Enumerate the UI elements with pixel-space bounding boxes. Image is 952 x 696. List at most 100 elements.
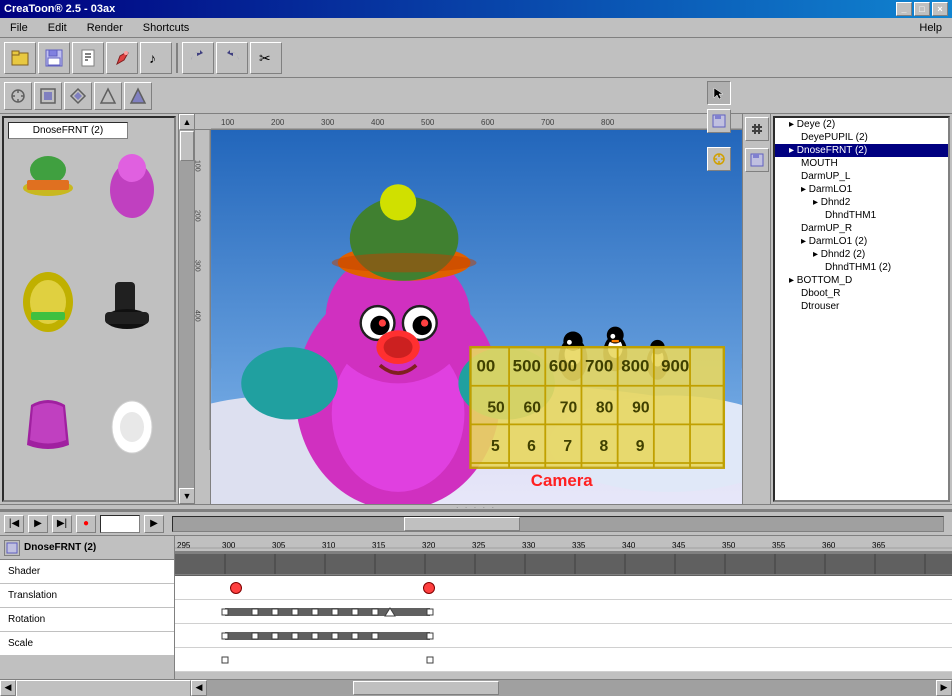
tree-item-dtrouser[interactable]: Dtrouser bbox=[775, 300, 948, 313]
tree-item-dhndthm1[interactable]: DhndTHM1 bbox=[775, 209, 948, 222]
music-button[interactable]: ♪ bbox=[140, 42, 172, 74]
tree-item-deyepupil[interactable]: DeyePUPIL (2) bbox=[775, 131, 948, 144]
translation-track-label: Translation bbox=[0, 584, 174, 608]
bottom-scroll: ◀ ◀ ▶ bbox=[0, 679, 952, 695]
right-tool-column bbox=[743, 114, 771, 504]
tool-1[interactable] bbox=[4, 82, 32, 110]
left-panel-scrollbar[interactable]: ▲ ▼ bbox=[178, 114, 194, 504]
tree-item-darmlo1-2[interactable]: ▸ DarmLO1 (2) bbox=[775, 235, 948, 248]
thumb-skirt bbox=[8, 382, 88, 462]
select-tool-button[interactable] bbox=[707, 81, 731, 105]
tree-item-mouth[interactable]: MOUTH bbox=[775, 157, 948, 170]
menu-file[interactable]: File bbox=[4, 20, 34, 36]
timeline-toolbar: |◀ ▶ ▶| ● 247 ▶ bbox=[0, 512, 952, 536]
save-tool-button[interactable] bbox=[707, 109, 731, 133]
tree-item-bottom-d[interactable]: ▸ BOTTOM_D bbox=[775, 274, 948, 287]
tree-item-deye[interactable]: ▸ Deye (2) bbox=[775, 118, 948, 131]
tree-item-darmup-r[interactable]: DarmUP_R bbox=[775, 222, 948, 235]
main-toolbar: ♪ ✂ bbox=[0, 38, 952, 78]
scroll-right-button[interactable]: ▶ bbox=[936, 680, 952, 696]
menu-render[interactable]: Render bbox=[81, 20, 129, 36]
right-tool-2[interactable] bbox=[745, 148, 769, 172]
tree-item-dhnd2-2[interactable]: ▸ Dhnd2 (2) bbox=[775, 248, 948, 261]
svg-text:90: 90 bbox=[632, 399, 650, 416]
frame-number-input[interactable]: 247 bbox=[100, 515, 140, 533]
crosshair-tool-button[interactable] bbox=[707, 147, 731, 171]
character-thumbnails bbox=[4, 143, 174, 500]
viewport-container: 100 200 300 400 bbox=[195, 130, 742, 504]
play-button[interactable]: ▶ bbox=[28, 515, 48, 533]
menu-help[interactable]: Help bbox=[913, 20, 948, 36]
viewport[interactable]: 00 500 600 700 800 900 50 60 70 80 90 bbox=[211, 130, 742, 504]
paint-button[interactable] bbox=[106, 42, 138, 74]
tool-5[interactable] bbox=[124, 82, 152, 110]
undo-button[interactable] bbox=[182, 42, 214, 74]
svg-text:315: 315 bbox=[372, 541, 386, 550]
save-button[interactable] bbox=[38, 42, 70, 74]
window-controls: _ □ × bbox=[896, 2, 948, 16]
svg-text:800: 800 bbox=[621, 356, 649, 375]
frames-scroll-thumb[interactable] bbox=[353, 681, 499, 695]
menu-edit[interactable]: Edit bbox=[42, 20, 73, 36]
secondary-toolbar bbox=[0, 78, 952, 114]
frames-scrollbar[interactable] bbox=[207, 680, 936, 696]
redo-button[interactable] bbox=[216, 42, 248, 74]
thumb-boot bbox=[92, 265, 172, 345]
svg-text:700: 700 bbox=[541, 118, 555, 127]
left-panel: DnoseFRNT (2) bbox=[0, 114, 195, 504]
scroll-down-button[interactable]: ▼ bbox=[179, 488, 194, 504]
minimize-button[interactable]: _ bbox=[896, 2, 912, 16]
timeline-icon[interactable] bbox=[4, 540, 20, 556]
maximize-button[interactable]: □ bbox=[914, 2, 930, 16]
tool-2[interactable] bbox=[34, 82, 62, 110]
svg-text:500: 500 bbox=[513, 356, 541, 375]
timeline-top-thumb[interactable] bbox=[404, 517, 520, 531]
play-back-button[interactable]: |◀ bbox=[4, 515, 24, 533]
svg-text:500: 500 bbox=[421, 118, 435, 127]
frame-step-button[interactable]: ▶ bbox=[144, 515, 164, 533]
timeline-track-name: DnoseFRNT (2) bbox=[24, 542, 96, 553]
tree-view[interactable]: ▸ Deye (2) DeyePUPIL (2) ▸ DnoseFRNT (2)… bbox=[773, 116, 950, 502]
tool-3[interactable] bbox=[64, 82, 92, 110]
svg-text:345: 345 bbox=[672, 541, 686, 550]
translation-label: Translation bbox=[8, 590, 57, 601]
scroll-left-button[interactable]: ◀ bbox=[0, 680, 16, 696]
right-tool-1[interactable] bbox=[745, 117, 769, 141]
play-forward-button[interactable]: ▶| bbox=[52, 515, 72, 533]
frames-ruler: 295 300 305 310 315 320 325 330 335 340 … bbox=[175, 536, 952, 552]
tree-item-dhndthm1-2[interactable]: DhndTHM1 (2) bbox=[775, 261, 948, 274]
svg-text:305: 305 bbox=[272, 541, 286, 550]
close-button[interactable]: × bbox=[932, 2, 948, 16]
svg-text:♪: ♪ bbox=[149, 50, 156, 66]
tree-item-dboot-r[interactable]: Dboot_R bbox=[775, 287, 948, 300]
tree-item-dhnd2[interactable]: ▸ Dhnd2 bbox=[775, 196, 948, 209]
svg-text:600: 600 bbox=[549, 356, 577, 375]
cut-button[interactable]: ✂ bbox=[250, 42, 282, 74]
tree-item-dnosefrnt[interactable]: ▸ DnoseFRNT (2) bbox=[775, 144, 948, 157]
scroll-track[interactable] bbox=[179, 130, 194, 488]
rotation-label: Rotation bbox=[8, 614, 45, 625]
svg-text:6: 6 bbox=[527, 438, 536, 455]
svg-text:335: 335 bbox=[572, 541, 586, 550]
menu-shortcuts[interactable]: Shortcuts bbox=[137, 20, 195, 36]
tree-item-darmlo1[interactable]: ▸ DarmLO1 bbox=[775, 183, 948, 196]
title-bar: CreaToon® 2.5 - 03ax _ □ × bbox=[0, 0, 952, 18]
scale-label: Scale bbox=[8, 638, 33, 649]
new-button[interactable] bbox=[72, 42, 104, 74]
tool-4[interactable] bbox=[94, 82, 122, 110]
scroll-thumb[interactable] bbox=[180, 131, 194, 161]
open-button[interactable] bbox=[4, 42, 36, 74]
svg-text:320: 320 bbox=[422, 541, 436, 550]
svg-text:7: 7 bbox=[563, 438, 572, 455]
tree-item-darmup-l[interactable]: DarmUP_L bbox=[775, 170, 948, 183]
svg-text:200: 200 bbox=[271, 118, 285, 127]
timeline-top-scroll[interactable] bbox=[172, 516, 944, 532]
record-button[interactable]: ● bbox=[76, 515, 96, 533]
scroll-up-button[interactable]: ▲ bbox=[179, 114, 194, 130]
svg-text:100: 100 bbox=[195, 160, 201, 172]
tree-with-scroll: ▸ Deye (2) DeyePUPIL (2) ▸ DnoseFRNT (2)… bbox=[771, 114, 952, 504]
svg-text:00: 00 bbox=[477, 356, 496, 375]
svg-text:900: 900 bbox=[661, 356, 689, 375]
scroll-left2-button[interactable]: ◀ bbox=[191, 680, 207, 696]
svg-text:60: 60 bbox=[524, 399, 542, 416]
